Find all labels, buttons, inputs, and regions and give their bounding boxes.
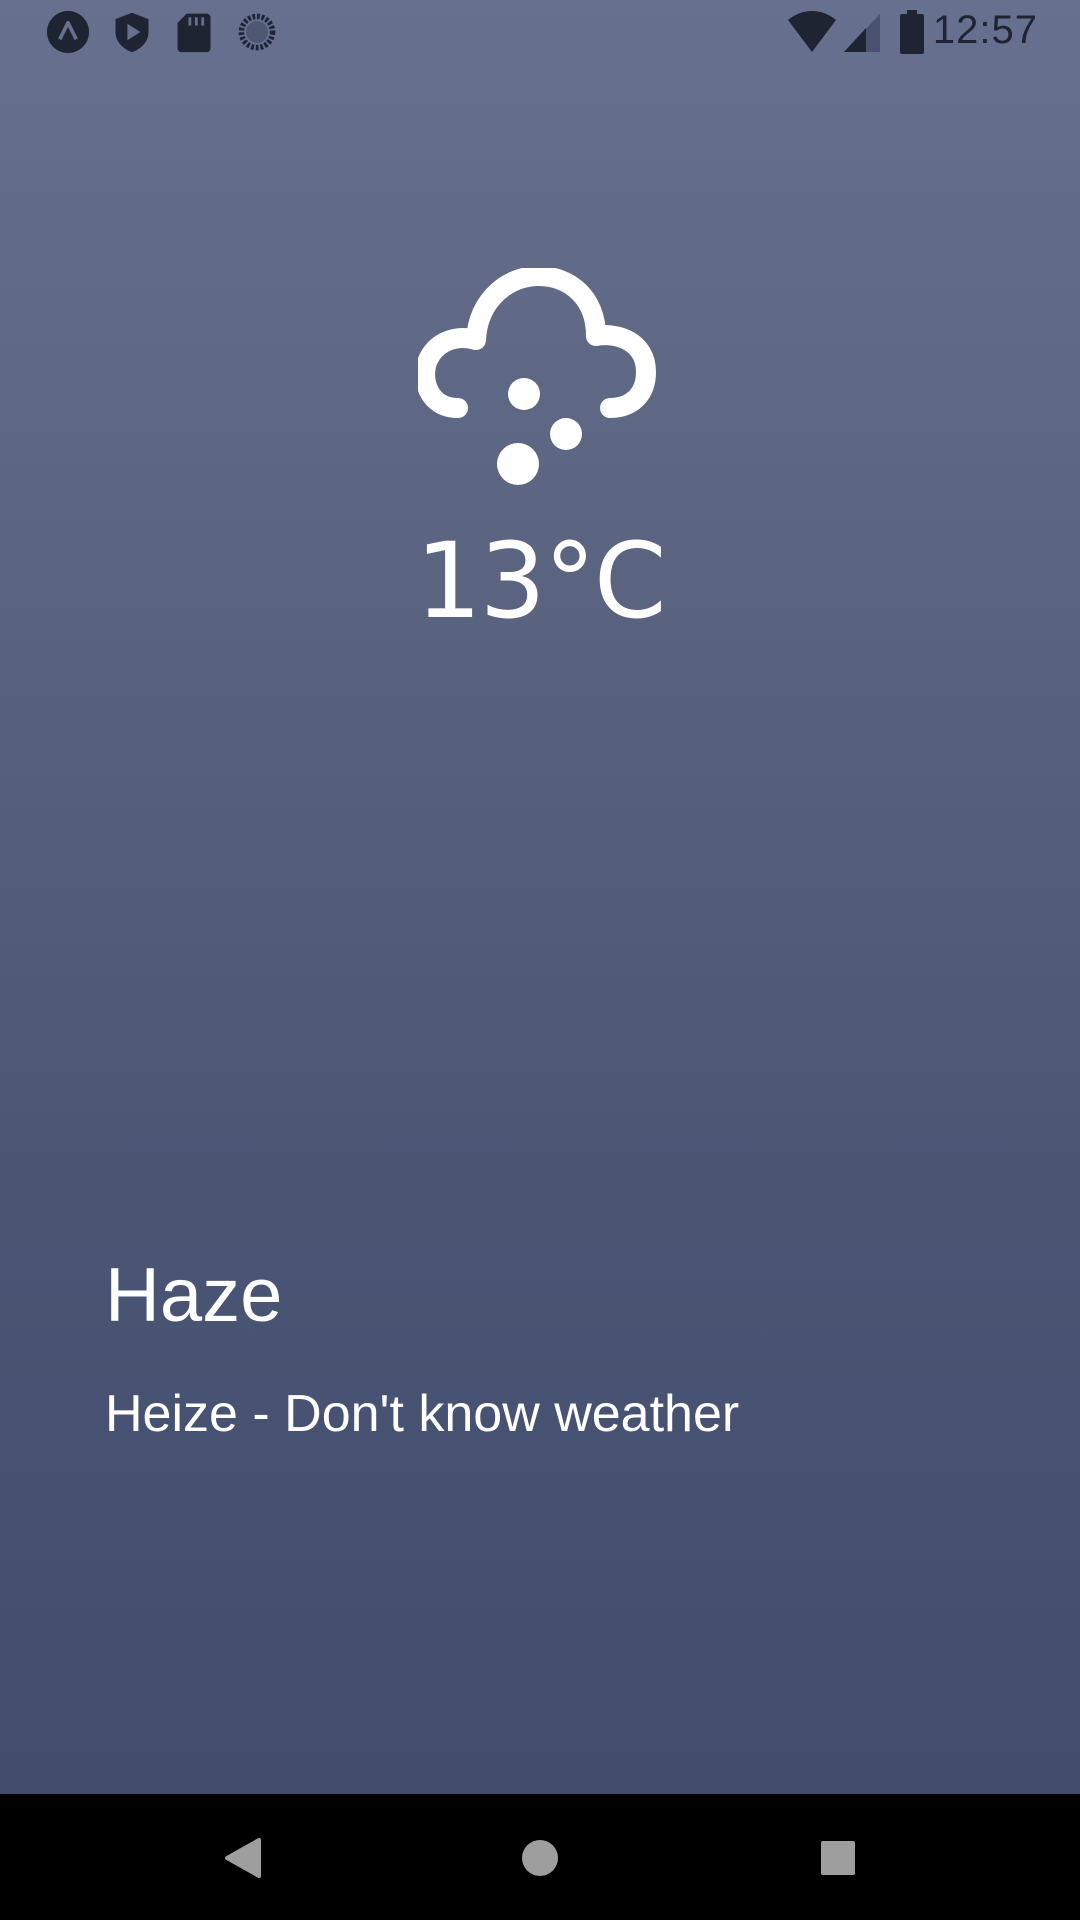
status-bar: 12:57 — [0, 0, 1080, 64]
cloud-hail-icon — [418, 268, 656, 485]
sd-card-icon — [177, 13, 211, 53]
weather-condition: Haze — [105, 1253, 283, 1338]
navigation-bar — [0, 1794, 1080, 1920]
battery-icon — [900, 10, 924, 54]
status-time: 12:57 — [932, 8, 1038, 52]
app-a-icon — [46, 10, 90, 54]
recents-icon[interactable] — [800, 1820, 876, 1896]
weather-app: 12:57 13°C Haze Heize - Don't know weath… — [0, 0, 1080, 1794]
back-icon[interactable] — [203, 1820, 279, 1896]
weather-description: Heize - Don't know weather — [105, 1385, 740, 1443]
phone-screen: 12:57 13°C Haze Heize - Don't know weath… — [0, 0, 1080, 1920]
temperature-value: 13°C — [415, 520, 667, 642]
shield-play-icon — [115, 12, 149, 53]
home-icon[interactable] — [502, 1820, 578, 1896]
wifi-icon — [788, 11, 836, 52]
sync-icon — [238, 13, 276, 51]
cell-signal-icon — [844, 14, 880, 52]
